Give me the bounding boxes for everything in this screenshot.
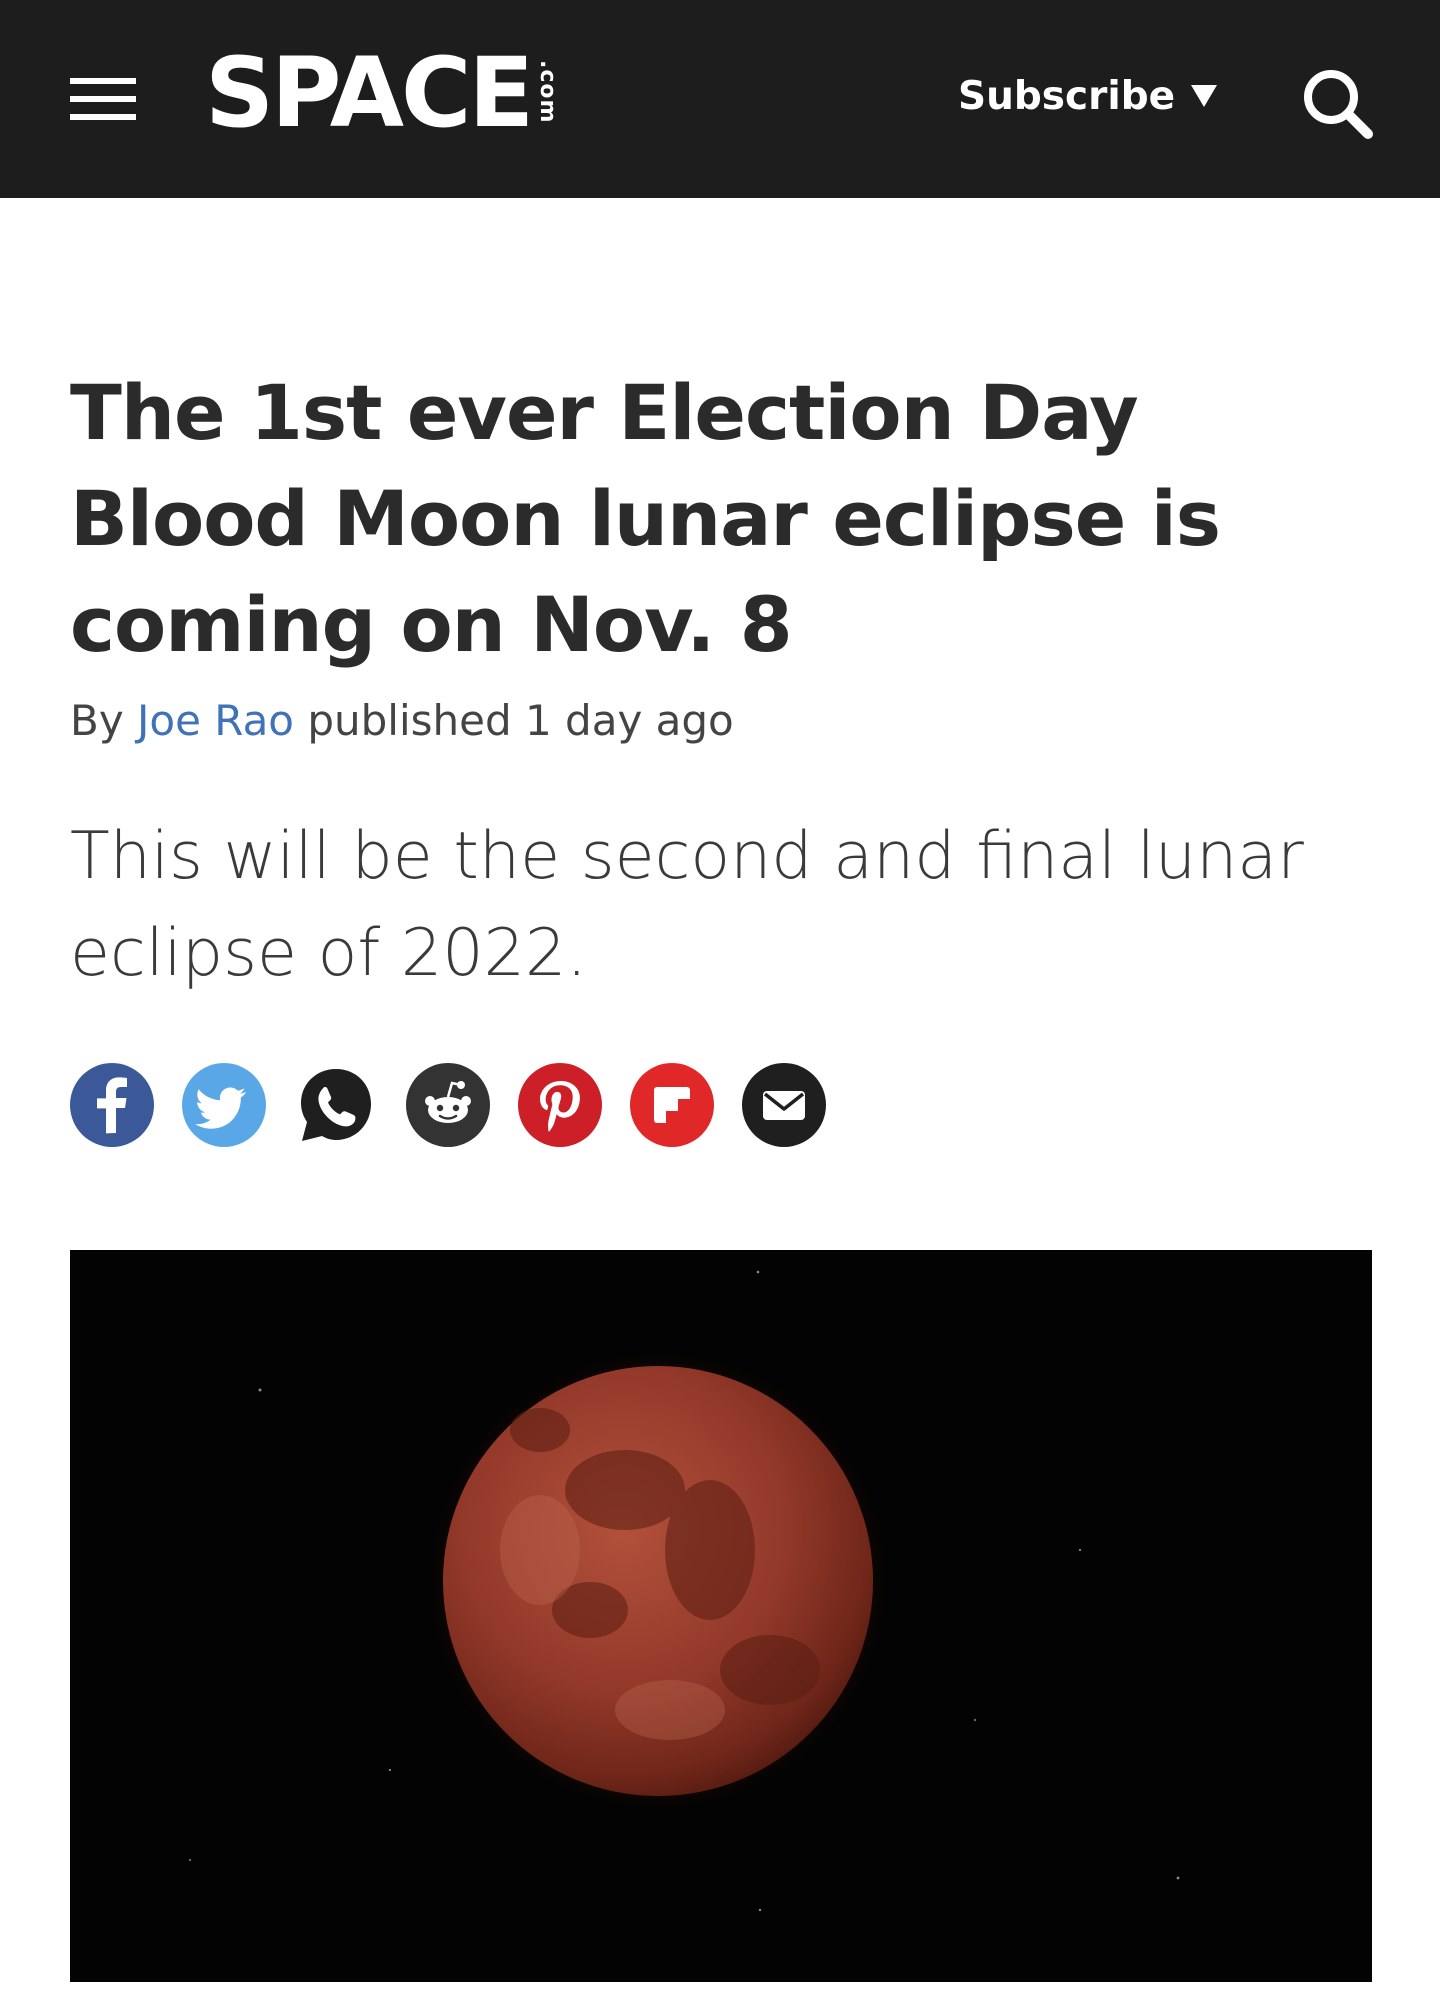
logo-suffix: .com	[535, 60, 561, 124]
byline-prefix: By	[70, 696, 124, 745]
article-strapline: This will be the second and final lunar …	[70, 819, 1304, 991]
share-reddit-button[interactable]	[406, 1063, 490, 1147]
site-logo[interactable]: SPACE .com	[205, 38, 560, 148]
subscribe-label: Subscribe	[958, 73, 1176, 119]
hamburger-menu-icon[interactable]	[70, 74, 140, 124]
facebook-icon	[97, 1077, 127, 1134]
caret-down-icon	[1191, 85, 1218, 107]
search-icon[interactable]	[1298, 64, 1374, 140]
share-buttons	[70, 1063, 826, 1147]
share-pinterest-button[interactable]	[518, 1063, 602, 1147]
flipboard-icon	[654, 1087, 690, 1123]
hero-image	[70, 1250, 1372, 1982]
author-link[interactable]: Joe Rao	[137, 696, 294, 745]
published-date: published 1 day ago	[307, 696, 734, 745]
email-icon	[763, 1091, 805, 1120]
whatsapp-icon	[301, 1069, 371, 1141]
article-headline: The 1st ever Election Day Blood Moon lun…	[70, 368, 1221, 669]
subscribe-button[interactable]: Subscribe	[958, 68, 1218, 124]
share-flipboard-button[interactable]	[630, 1063, 714, 1147]
share-whatsapp-button[interactable]	[294, 1063, 378, 1147]
share-email-button[interactable]	[742, 1063, 826, 1147]
site-header: SPACE .com Subscribe	[0, 0, 1440, 198]
share-twitter-button[interactable]	[182, 1063, 266, 1147]
logo-wordmark: SPACE	[205, 37, 534, 149]
blood-moon-image	[70, 1250, 1372, 1982]
pinterest-icon	[540, 1081, 580, 1132]
twitter-icon	[195, 1087, 246, 1129]
article-byline: By Joe Rao published 1 day ago	[70, 690, 734, 752]
share-facebook-button[interactable]	[70, 1063, 154, 1147]
reddit-icon	[425, 1081, 471, 1123]
